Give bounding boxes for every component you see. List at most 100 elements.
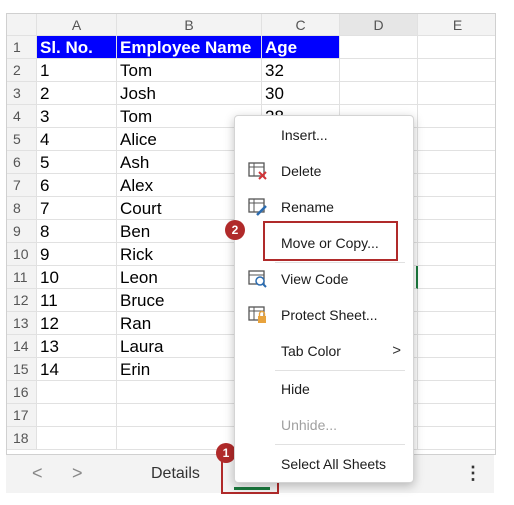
cell-e[interactable] bbox=[418, 289, 495, 312]
sheet-tab-details[interactable]: Details bbox=[151, 465, 200, 483]
cell-a[interactable]: 11 bbox=[37, 289, 117, 312]
cell-e[interactable] bbox=[418, 36, 495, 59]
cell-a[interactable] bbox=[37, 404, 117, 427]
menu-item-protect-sheet[interactable]: Protect Sheet... bbox=[235, 300, 413, 330]
menu-item-unhide: Unhide... bbox=[235, 410, 413, 440]
row-header[interactable]: 10 bbox=[7, 243, 37, 266]
cell-e[interactable] bbox=[418, 59, 495, 82]
cell-a[interactable]: Sl. No. bbox=[37, 36, 117, 59]
column-header-e[interactable]: E bbox=[418, 14, 495, 36]
highlight-move-or-copy bbox=[263, 221, 398, 261]
cell-e[interactable] bbox=[418, 151, 495, 174]
cell-e[interactable] bbox=[418, 381, 495, 404]
row-header[interactable]: 18 bbox=[7, 427, 37, 450]
menu-item-hide[interactable]: Hide bbox=[235, 374, 413, 404]
cell-a[interactable]: 3 bbox=[37, 105, 117, 128]
cell-e[interactable] bbox=[418, 266, 495, 289]
cell-b[interactable]: Tom bbox=[117, 59, 262, 82]
menu-separator bbox=[275, 444, 405, 445]
view-code-icon bbox=[248, 269, 268, 289]
menu-item-tab-color[interactable]: Tab Color > bbox=[235, 336, 413, 366]
step-badge-2: 2 bbox=[225, 220, 245, 240]
cell-a[interactable]: 13 bbox=[37, 335, 117, 358]
cell-e[interactable] bbox=[418, 174, 495, 197]
table-row: 1 Sl. No. Employee Name Age bbox=[7, 36, 495, 59]
cell-a[interactable]: 10 bbox=[37, 266, 117, 289]
menu-item-delete[interactable]: Delete bbox=[235, 156, 413, 186]
cell-c[interactable]: 30 bbox=[262, 82, 340, 105]
cell-e[interactable] bbox=[418, 82, 495, 105]
menu-item-insert[interactable]: Insert... bbox=[235, 120, 413, 150]
cell-e[interactable] bbox=[418, 312, 495, 335]
row-header[interactable]: 13 bbox=[7, 312, 37, 335]
row-header[interactable]: 4 bbox=[7, 105, 37, 128]
cell-e[interactable] bbox=[418, 220, 495, 243]
cell-e[interactable] bbox=[418, 404, 495, 427]
menu-item-rename[interactable]: Rename bbox=[235, 192, 413, 222]
cell-e[interactable] bbox=[418, 105, 495, 128]
row-header[interactable]: 9 bbox=[7, 220, 37, 243]
cell-e[interactable] bbox=[418, 197, 495, 220]
row-header[interactable]: 12 bbox=[7, 289, 37, 312]
row-header[interactable]: 8 bbox=[7, 197, 37, 220]
cell-d[interactable] bbox=[340, 82, 418, 105]
cell-b[interactable]: Employee Name bbox=[117, 36, 262, 59]
row-header[interactable]: 1 bbox=[7, 36, 37, 59]
cell-a[interactable] bbox=[37, 427, 117, 450]
cell-a[interactable] bbox=[37, 381, 117, 404]
menu-item-delete-label: Delete bbox=[281, 163, 322, 179]
table-row: 2 1 Tom 32 bbox=[7, 59, 495, 82]
menu-item-select-all-sheets[interactable]: Select All Sheets bbox=[235, 449, 413, 479]
cell-a[interactable]: 12 bbox=[37, 312, 117, 335]
row-header[interactable]: 3 bbox=[7, 82, 37, 105]
row-header[interactable]: 2 bbox=[7, 59, 37, 82]
menu-item-view-code[interactable]: View Code bbox=[235, 264, 413, 294]
menu-item-insert-label: Insert... bbox=[281, 127, 328, 143]
column-header-a[interactable]: A bbox=[37, 14, 117, 36]
column-header-d[interactable]: D bbox=[340, 14, 418, 36]
cell-a[interactable]: 6 bbox=[37, 174, 117, 197]
row-header[interactable]: 17 bbox=[7, 404, 37, 427]
cell-a[interactable]: 14 bbox=[37, 358, 117, 381]
menu-item-hide-label: Hide bbox=[281, 381, 310, 397]
row-header[interactable]: 15 bbox=[7, 358, 37, 381]
cell-c[interactable]: 32 bbox=[262, 59, 340, 82]
rename-sheet-icon bbox=[248, 197, 268, 217]
column-header-b[interactable]: B bbox=[117, 14, 262, 36]
row-header[interactable]: 11 bbox=[7, 266, 37, 289]
menu-item-unhide-label: Unhide... bbox=[281, 417, 338, 433]
cell-a[interactable]: 1 bbox=[37, 59, 117, 82]
row-header[interactable]: 6 bbox=[7, 151, 37, 174]
cell-c[interactable]: Age bbox=[262, 36, 340, 59]
cell-e[interactable] bbox=[418, 243, 495, 266]
cell-d[interactable] bbox=[340, 36, 418, 59]
cell-b[interactable]: Josh bbox=[117, 82, 262, 105]
scroll-tabs-right-button[interactable]: > bbox=[72, 463, 83, 484]
scroll-tabs-left-button[interactable]: < bbox=[32, 463, 43, 484]
row-header[interactable]: 7 bbox=[7, 174, 37, 197]
row-header[interactable]: 5 bbox=[7, 128, 37, 151]
menu-separator bbox=[275, 262, 405, 263]
cell-a[interactable]: 8 bbox=[37, 220, 117, 243]
menu-item-protect-sheet-label: Protect Sheet... bbox=[281, 307, 378, 323]
column-header-c[interactable]: C bbox=[262, 14, 340, 36]
cell-e[interactable] bbox=[418, 358, 495, 381]
menu-item-view-code-label: View Code bbox=[281, 271, 349, 287]
protect-sheet-icon bbox=[248, 305, 268, 325]
cell-a[interactable]: 4 bbox=[37, 128, 117, 151]
cell-a[interactable]: 2 bbox=[37, 82, 117, 105]
row-header[interactable]: 14 bbox=[7, 335, 37, 358]
cell-e[interactable] bbox=[418, 427, 495, 450]
more-options-icon[interactable]: ⋮ bbox=[464, 463, 482, 484]
delete-sheet-icon bbox=[248, 161, 268, 181]
cell-a[interactable]: 5 bbox=[37, 151, 117, 174]
cell-a[interactable]: 9 bbox=[37, 243, 117, 266]
cell-e[interactable] bbox=[418, 128, 495, 151]
select-all-corner[interactable] bbox=[7, 14, 37, 36]
menu-item-select-all-sheets-label: Select All Sheets bbox=[281, 456, 387, 472]
cell-d[interactable] bbox=[340, 59, 418, 82]
row-header[interactable]: 16 bbox=[7, 381, 37, 404]
cell-e[interactable] bbox=[418, 335, 495, 358]
step-badge-1: 1 bbox=[216, 443, 236, 463]
cell-a[interactable]: 7 bbox=[37, 197, 117, 220]
